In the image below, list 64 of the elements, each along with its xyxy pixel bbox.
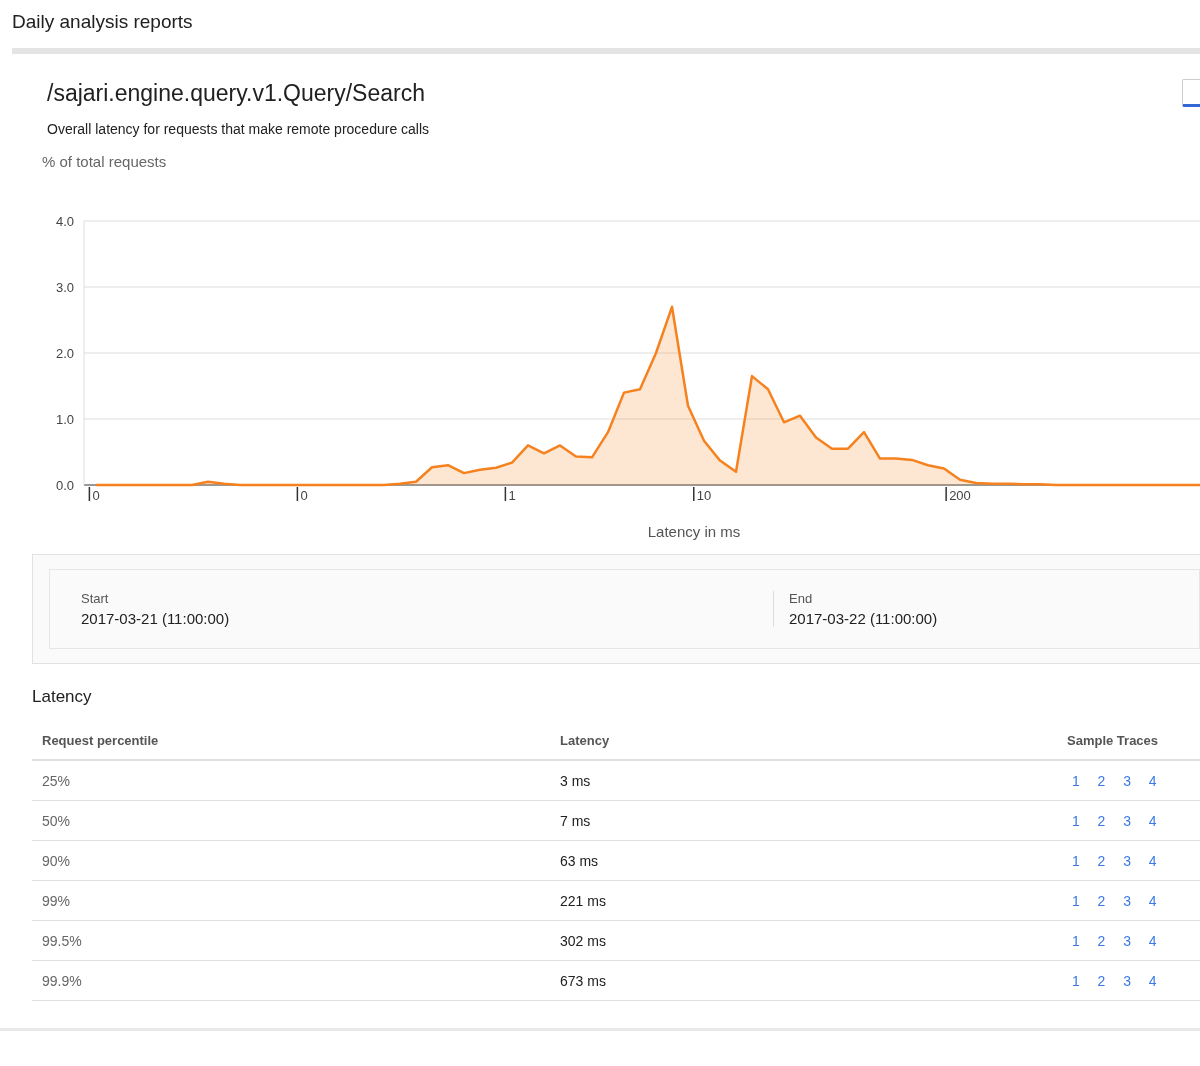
range-label: End	[789, 591, 814, 606]
table-cell: 99.5%	[42, 932, 82, 949]
trace-link[interactable]: 1	[1072, 972, 1098, 989]
section-title: Latency	[32, 687, 92, 707]
x-tick-mark	[504, 486, 507, 502]
trace-link[interactable]: 4	[1148, 972, 1175, 989]
table-cell: 302 ms	[560, 932, 606, 949]
y-tick-label: 4.0	[55, 214, 74, 229]
x-tick-label: 200	[949, 488, 971, 503]
trace-link[interactable]: 3	[1123, 772, 1149, 789]
y-tick-label: 3.0	[55, 280, 74, 295]
x-tick-mark	[88, 486, 91, 502]
trace-link[interactable]: 1	[1072, 812, 1098, 829]
table-cell: 673 ms	[560, 972, 606, 989]
trace-link[interactable]: 4	[1148, 812, 1175, 829]
table-cell: 3 ms	[560, 772, 591, 789]
x-tick-label: 0	[300, 488, 308, 503]
x-axis-label: Latency in ms	[647, 523, 741, 540]
column-header: Sample Traces	[1067, 732, 1159, 748]
x-tick-mark	[296, 486, 299, 502]
trace-link[interactable]: 3	[1123, 932, 1149, 949]
y-tick-label: 2.0	[55, 346, 74, 361]
range-value: 2017-03-21 (11:00:00)	[81, 610, 231, 627]
y-axis-label: % of total requests	[42, 153, 167, 170]
table-cell: 7 ms	[560, 812, 591, 829]
trace-link[interactable]: 2	[1097, 812, 1124, 829]
trace-link[interactable]: 4	[1148, 772, 1175, 789]
x-tick-mark	[693, 486, 695, 502]
trace-link[interactable]: 3	[1123, 972, 1149, 989]
x-tick-label: 1	[508, 488, 516, 503]
y-tick-label: 1.0	[55, 412, 74, 427]
trace-link[interactable]: 3	[1123, 852, 1149, 869]
trace-link[interactable]: 2	[1097, 932, 1124, 949]
table-cell: 221 ms	[560, 892, 606, 909]
table-cell: 25%	[42, 772, 71, 789]
trace-link[interactable]: 4	[1148, 892, 1175, 909]
x-tick-label: 10	[696, 488, 712, 503]
x-tick-mark	[945, 486, 947, 502]
table-cell: 99%	[42, 892, 71, 909]
table-cell: 90%	[42, 852, 71, 869]
x-tick-label: 0	[92, 488, 100, 503]
column-header: Request percentile	[42, 732, 159, 748]
report-subtitle: Overall latency for requests that make remote procedure calls	[47, 121, 430, 137]
y-tick-label: 0.0	[55, 478, 74, 493]
page-title: Daily analysis reports	[12, 10, 193, 34]
range-value: 2017-03-22 (11:00:00)	[789, 610, 939, 627]
trace-link[interactable]: 1	[1072, 772, 1098, 789]
trace-link[interactable]: 2	[1097, 972, 1124, 989]
trace-link[interactable]: 2	[1097, 772, 1124, 789]
report-title: /sajari.engine.query.v1.Query/Search	[47, 79, 425, 108]
trace-link[interactable]: 3	[1123, 812, 1149, 829]
column-header: Latency	[560, 732, 610, 748]
trace-link[interactable]: 4	[1148, 852, 1175, 869]
table-cell: 63 ms	[560, 852, 599, 869]
trace-link[interactable]: 4	[1148, 932, 1175, 949]
trace-link[interactable]: 1	[1072, 892, 1098, 909]
range-label: Start	[81, 591, 110, 606]
trace-link[interactable]: 2	[1097, 892, 1124, 909]
table-cell: 99.9%	[42, 972, 82, 989]
table-cell: 50%	[42, 812, 71, 829]
trace-link[interactable]: 1	[1072, 852, 1098, 869]
trace-link[interactable]: 1	[1072, 932, 1098, 949]
trace-link[interactable]: 3	[1123, 892, 1149, 909]
trace-link[interactable]: 2	[1097, 852, 1124, 869]
